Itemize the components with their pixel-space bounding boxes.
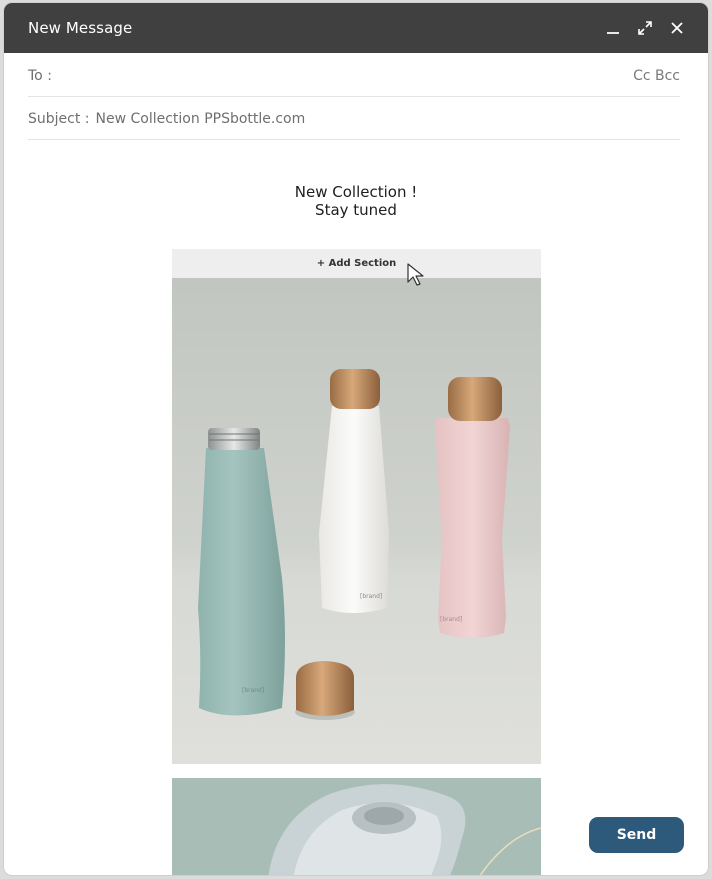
send-button[interactable]: Send bbox=[589, 817, 684, 853]
bottles-photo: [brand] [brand] [brand] bbox=[172, 278, 541, 764]
cursor-icon bbox=[407, 263, 424, 286]
to-label: To : bbox=[28, 67, 52, 84]
window-title: New Message bbox=[28, 19, 133, 37]
subject-input[interactable]: New Collection PPSbottle.com bbox=[96, 111, 306, 127]
image-section[interactable]: + Add Section [brand] [brand] [brand] bbox=[172, 249, 541, 764]
subject-label: Subject : bbox=[28, 110, 90, 127]
bottle-cap-photo bbox=[172, 778, 541, 875]
to-row: To : Cc Bcc bbox=[28, 55, 680, 97]
add-section-button[interactable]: + Add Section bbox=[172, 249, 541, 278]
window-controls bbox=[602, 17, 688, 39]
pink-bottle-brand: [brand] bbox=[440, 616, 462, 623]
compose-window: New Message To : Cc Bcc Subject : New Co… bbox=[4, 3, 708, 875]
cc-bcc-link[interactable]: Cc Bcc bbox=[633, 68, 680, 84]
heading-line-2: Stay tuned bbox=[315, 201, 397, 219]
subject-row[interactable]: Subject : New Collection PPSbottle.com bbox=[28, 98, 680, 140]
expand-icon[interactable] bbox=[634, 17, 656, 39]
email-heading[interactable]: New Collection ! Stay tuned bbox=[4, 183, 708, 219]
close-icon[interactable] bbox=[666, 17, 688, 39]
title-bar: New Message bbox=[4, 3, 708, 53]
second-image-section[interactable] bbox=[172, 778, 541, 875]
teal-bottle-brand: [brand] bbox=[242, 687, 264, 694]
white-bottle-brand: [brand] bbox=[360, 593, 382, 600]
heading-line-1: New Collection ! bbox=[294, 183, 418, 201]
minimize-icon[interactable] bbox=[602, 17, 624, 39]
to-input[interactable] bbox=[57, 66, 634, 85]
